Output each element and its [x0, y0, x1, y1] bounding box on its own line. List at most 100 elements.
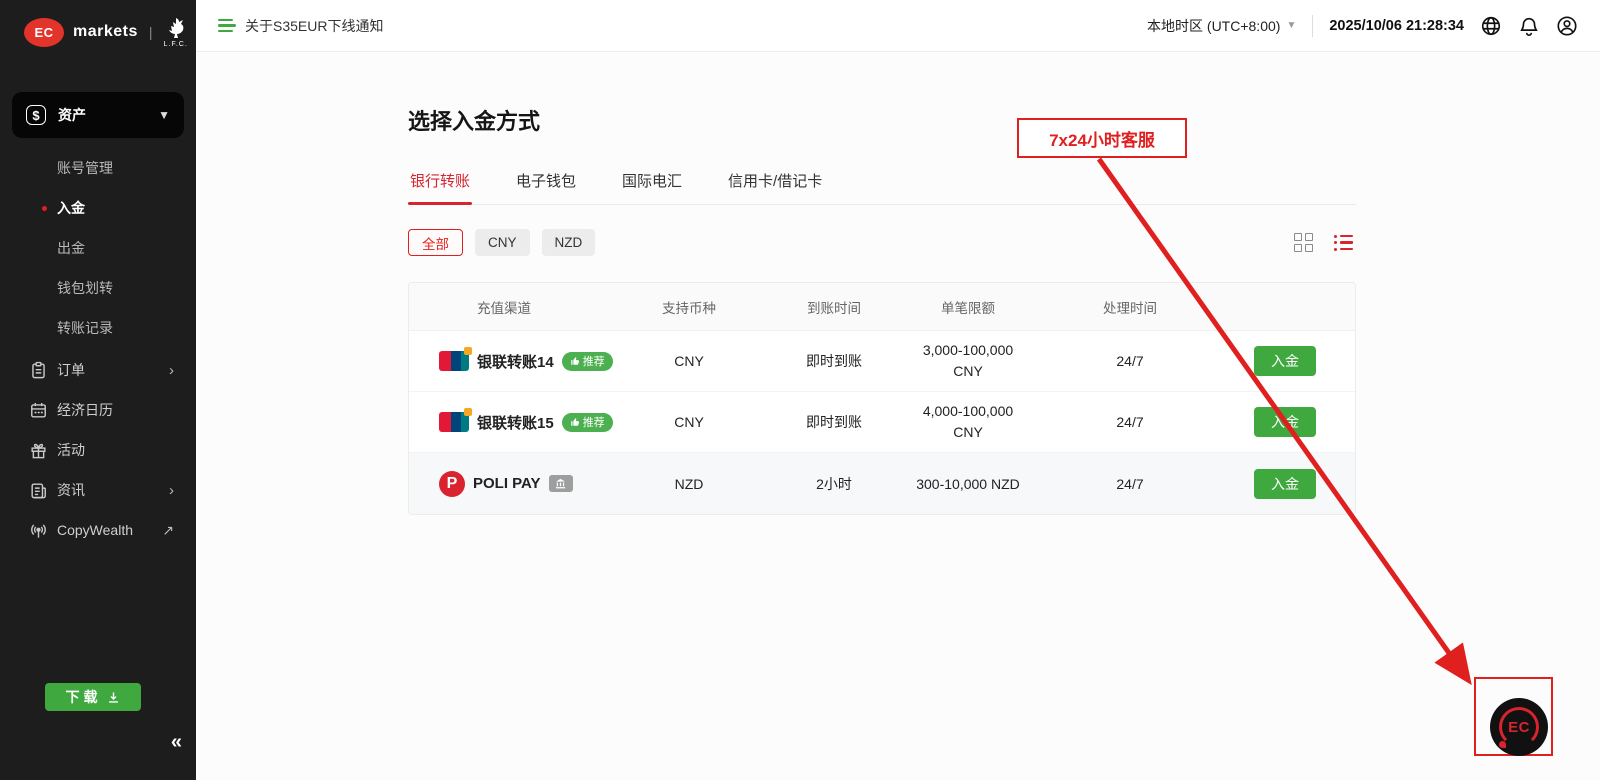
sidebar-item-label: 资讯 [57, 480, 169, 500]
limit-cell: 4,000-100,000 CNY [889, 401, 1047, 443]
limit-cell: 3,000-100,000 CNY [889, 340, 1047, 382]
download-icon [106, 690, 121, 705]
broadcast-icon [29, 521, 48, 540]
sidebar-item-label: 账号管理 [57, 158, 113, 178]
filter-chip-nzd[interactable]: NZD [542, 229, 596, 256]
annotation-label: 7x24小时客服 [1049, 126, 1155, 151]
lfc-logo: L.F.C. [164, 16, 188, 48]
chevron-down-icon: ▼ [158, 108, 170, 122]
limit-line1: 3,000-100,000 [889, 340, 1047, 361]
thumbs-up-icon [570, 356, 580, 366]
chevron-right-icon: › [169, 362, 174, 379]
table-header-row: 充值渠道 支持币种 到账时间 单笔限额 处理时间 [409, 283, 1355, 331]
bank-badge [549, 475, 573, 492]
currency-cell: NZD [599, 476, 779, 492]
tab-e-wallet[interactable]: 电子钱包 [514, 164, 578, 204]
customer-service-chat-button[interactable]: EC [1490, 698, 1548, 756]
table-row: P POLI PAY NZD 2小时 300-10,000 NZD 24/7 入… [409, 453, 1355, 514]
currency-cell: CNY [599, 414, 779, 430]
filter-chip-all[interactable]: 全部 [408, 229, 463, 256]
deposit-button[interactable]: 入金 [1254, 346, 1316, 376]
gift-icon [29, 441, 48, 460]
sidebar-item-news[interactable]: 资讯 › [0, 470, 196, 510]
poli-pay-logo-icon: P [439, 471, 465, 497]
limit-line1: 4,000-100,000 [889, 401, 1047, 422]
table-row: 银联转账15 推荐 CNY 即时到账 4,000-100,000 CNY [409, 392, 1355, 453]
tab-international-wire[interactable]: 国际电汇 [620, 164, 684, 204]
sidebar-item-deposit[interactable]: 入金 [0, 188, 196, 228]
sidebar-item-label: 转账记录 [57, 318, 113, 338]
grid-view-icon[interactable] [1294, 233, 1313, 252]
brand-name: markets [73, 23, 138, 41]
col-header-processing-time: 处理时间 [1047, 297, 1213, 317]
external-link-icon: ↗ [162, 522, 174, 539]
sidebar-collapse-button[interactable]: « [171, 731, 182, 754]
sidebar-main-nav: 订单 › 经济日历 活动 [0, 350, 196, 550]
tab-bank-transfer[interactable]: 银行转账 [408, 164, 472, 204]
clipboard-icon [29, 361, 48, 380]
liver-bird-icon [164, 16, 188, 40]
notifications-bell-icon[interactable] [1518, 15, 1540, 37]
filter-chip-cny[interactable]: CNY [475, 229, 530, 256]
sidebar-item-label: 活动 [57, 440, 174, 460]
unionpay-logo-icon [439, 351, 469, 371]
globe-icon[interactable] [1480, 15, 1502, 37]
chevron-right-icon: › [169, 482, 174, 499]
sidebar-item-label: 钱包划转 [57, 278, 113, 298]
sidebar-item-transfer-records[interactable]: 转账记录 [0, 308, 196, 348]
sidebar-item-withdrawal[interactable]: 出金 [0, 228, 196, 268]
datetime-display: 2025/10/06 21:28:34 [1329, 18, 1464, 34]
page-title: 选择入金方式 [408, 104, 1356, 136]
download-button[interactable]: 下载 [45, 683, 141, 711]
currency-filter-row: 全部 CNY NZD [408, 229, 1356, 256]
bank-icon [555, 478, 566, 489]
assets-subnav: 账号管理 入金 出金 钱包划转 转账记录 [0, 148, 196, 348]
hours-cell: 24/7 [1047, 353, 1213, 369]
channel-name: 银联转账15 [477, 412, 554, 433]
brand-logo: EC markets | L.F.C. [0, 0, 196, 62]
list-view-icon[interactable] [1331, 232, 1356, 254]
col-header-channel: 充值渠道 [409, 297, 599, 317]
sidebar: EC markets | L.F.C. $ 资产 ▼ 账号管理 入金 [0, 0, 196, 780]
limit-line2: CNY [889, 361, 1047, 382]
annotation-box: 7x24小时客服 [1017, 118, 1187, 158]
tab-credit-debit-card[interactable]: 信用卡/借记卡 [726, 164, 824, 204]
sidebar-item-wallet-transfer[interactable]: 钱包划转 [0, 268, 196, 308]
table-row: 银联转账14 推荐 CNY 即时到账 3,000-100,000 CNY [409, 331, 1355, 392]
mic-icon [1499, 741, 1506, 748]
topbar: 关于S35EUR下线通知 本地时区 (UTC+8:00) ▼ 2025/10/0… [196, 0, 1600, 52]
sidebar-item-copywealth[interactable]: CopyWealth ↗ [0, 510, 196, 550]
sidebar-item-account-management[interactable]: 账号管理 [0, 148, 196, 188]
main-content: 选择入金方式 银行转账 电子钱包 国际电汇 信用卡/借记卡 全部 CNY NZD [196, 52, 1600, 780]
download-label: 下载 [66, 687, 102, 707]
currency-cell: CNY [599, 353, 779, 369]
lfc-text: L.F.C. [164, 41, 188, 48]
sidebar-item-label: CopyWealth [57, 522, 162, 538]
hours-cell: 24/7 [1047, 476, 1213, 492]
col-header-arrival-time: 到账时间 [779, 297, 889, 317]
arrival-cell: 即时到账 [779, 412, 889, 432]
timezone-selector[interactable]: 本地时区 (UTC+8:00) ▼ [1147, 16, 1296, 36]
sidebar-item-economic-calendar[interactable]: 经济日历 [0, 390, 196, 430]
ec-logo-icon: EC [24, 18, 64, 47]
divider [1312, 15, 1313, 37]
channel-name: POLI PAY [473, 475, 541, 492]
headset-icon [1499, 707, 1539, 747]
arrival-cell: 即时到账 [779, 351, 889, 371]
limit-cell: 300-10,000 NZD [889, 476, 1047, 492]
sidebar-item-label: 出金 [57, 238, 85, 258]
announcement-text: 关于S35EUR下线通知 [245, 16, 383, 36]
deposit-methods-table: 充值渠道 支持币种 到账时间 单笔限额 处理时间 银联转账14 [408, 282, 1356, 515]
sidebar-item-orders[interactable]: 订单 › [0, 350, 196, 390]
topbar-right: 本地时区 (UTC+8:00) ▼ 2025/10/06 21:28:34 [1147, 15, 1578, 37]
sidebar-item-label: 入金 [57, 198, 85, 218]
deposit-button[interactable]: 入金 [1254, 407, 1316, 437]
sidebar-item-activities[interactable]: 活动 [0, 430, 196, 470]
unionpay-logo-icon [439, 412, 469, 432]
deposit-button[interactable]: 入金 [1254, 469, 1316, 499]
user-account-icon[interactable] [1556, 15, 1578, 37]
sidebar-group-assets[interactable]: $ 资产 ▼ [12, 92, 184, 138]
announcement-link[interactable]: 关于S35EUR下线通知 [218, 16, 383, 36]
active-dot [42, 206, 47, 211]
col-header-limit: 单笔限额 [889, 297, 1047, 317]
